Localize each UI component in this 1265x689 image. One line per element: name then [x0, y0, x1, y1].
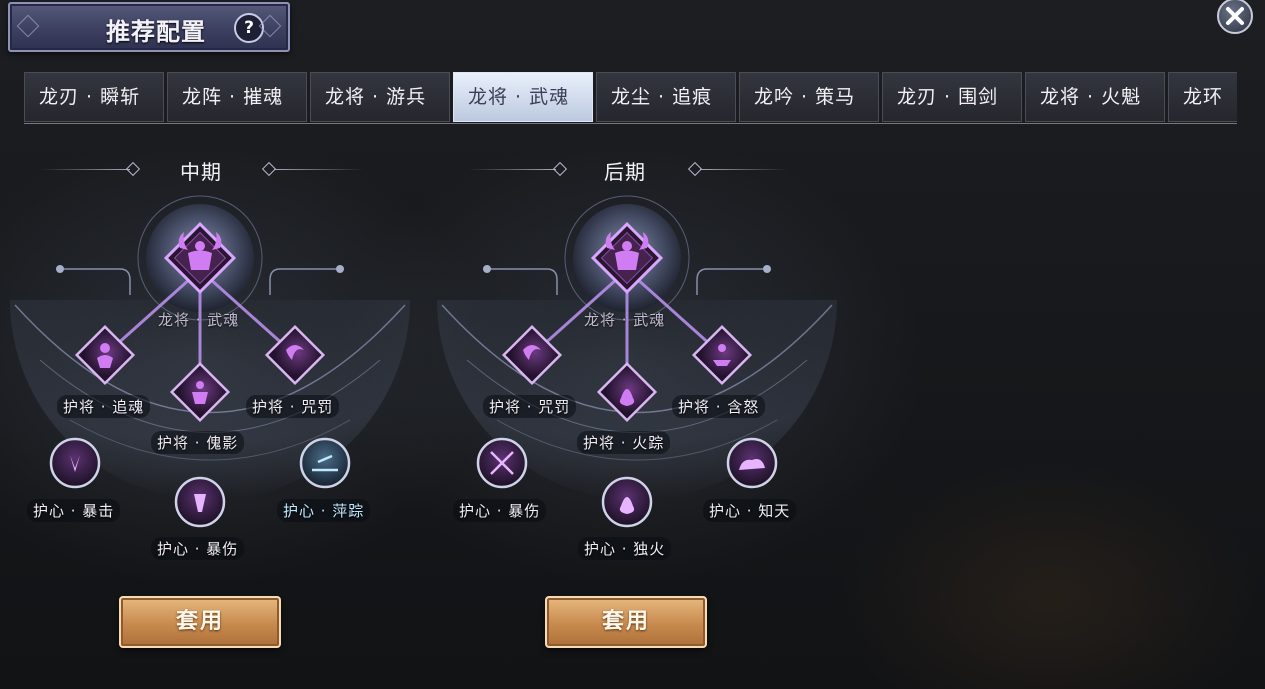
general-skill-label-2[interactable]: 护将 · 火踪 [577, 431, 671, 454]
core-skill-icon[interactable] [597, 228, 657, 288]
recommended-config-screen: 推荐配置 ? 龙刃 · 瞬斩 龙阵 · 摧魂 龙将 · 游兵 龙将 · 武魂 龙… [0, 0, 1265, 689]
phase-divider-right [700, 169, 788, 170]
heart-skill-label-1[interactable]: 护心 · 暴击 [27, 499, 121, 522]
apply-button-late[interactable]: 套用 [545, 596, 707, 648]
phase-title-late: 后期 [604, 160, 646, 184]
phase-divider-left [468, 169, 556, 170]
core-skill-icon[interactable] [170, 228, 230, 288]
general-skill-label-1[interactable]: 护将 · 追魂 [57, 395, 151, 418]
general-skill-label-3[interactable]: 护将 · 含怒 [672, 395, 766, 418]
core-skill-label: 龙将 · 武魂 [584, 311, 666, 329]
general-skill-label-1[interactable]: 护将 · 咒罚 [483, 395, 577, 418]
phase-divider-left [40, 169, 130, 170]
apply-button-mid[interactable]: 套用 [119, 596, 281, 648]
heart-skill-label-1[interactable]: 护心 · 暴伤 [453, 499, 547, 522]
phase-title-mid: 中期 [180, 160, 222, 184]
heart-skill-label-3[interactable]: 护心 · 萍踪 [277, 499, 371, 522]
heart-skill-label-2[interactable]: 护心 · 独火 [578, 537, 672, 560]
core-skill-label: 龙将 · 武魂 [158, 311, 240, 329]
heart-skill-label-2[interactable]: 护心 · 暴伤 [151, 537, 245, 560]
heart-skill-label-3[interactable]: 护心 · 知天 [703, 499, 797, 522]
general-skill-label-3[interactable]: 护将 · 咒罚 [246, 395, 340, 418]
phase-divider-right [274, 169, 364, 170]
general-skill-label-2[interactable]: 护将 · 傀影 [151, 431, 245, 454]
skill-tree-graphics [8, 194, 839, 528]
